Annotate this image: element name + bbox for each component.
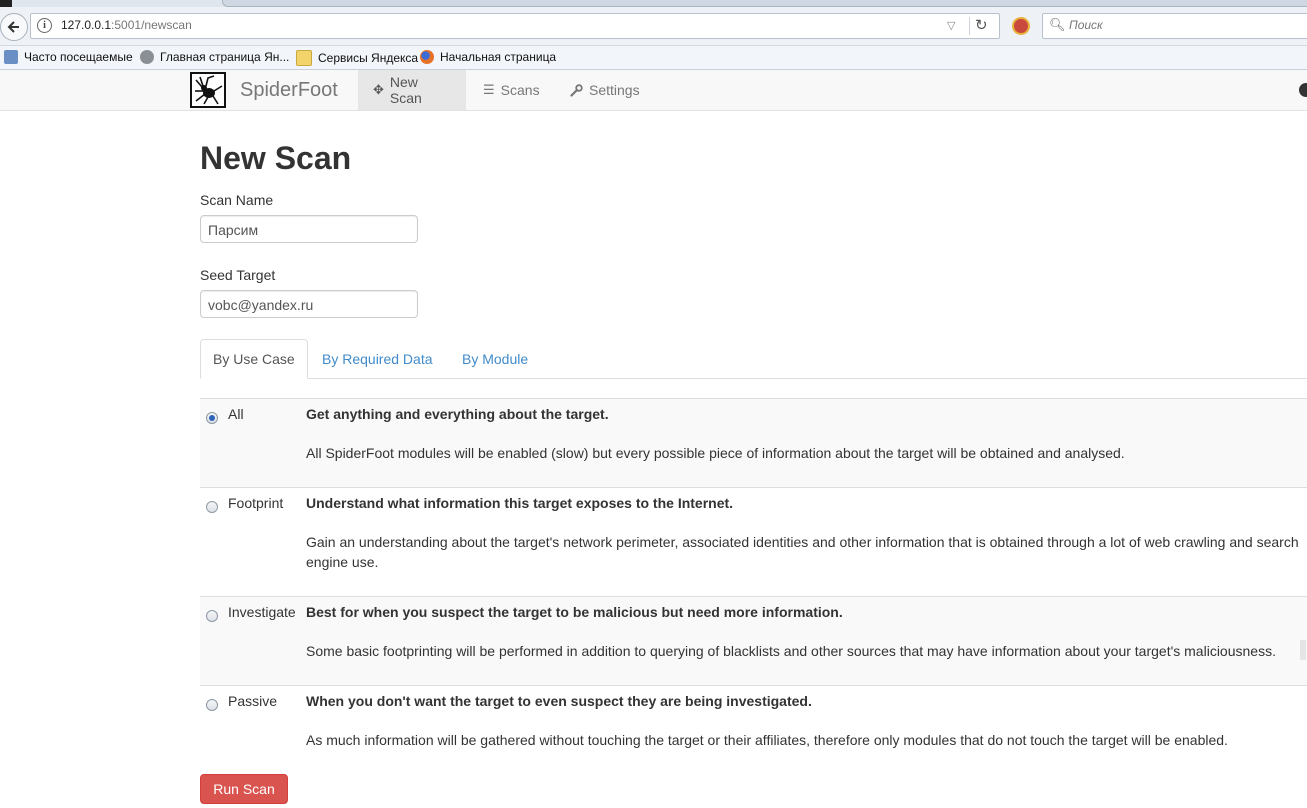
tab-strip-corner xyxy=(0,0,12,7)
scan-name-label: Scan Name xyxy=(200,192,274,208)
use-case-row-passive: Passive When you don't want the target t… xyxy=(200,685,1307,765)
run-scan-button[interactable]: Run Scan xyxy=(200,774,288,804)
bookmark-label: Начальная страница xyxy=(440,50,557,64)
use-case-name: Passive xyxy=(228,693,278,709)
spiderfoot-logo[interactable] xyxy=(190,72,226,108)
nav-scans[interactable]: ☰ Scans xyxy=(468,70,555,110)
search-bar[interactable]: 🔍︎ Поиск xyxy=(1042,13,1307,39)
page-title: New Scan xyxy=(200,140,352,176)
nav-label: Settings xyxy=(589,82,640,98)
use-case-title: Get anything and everything about the ta… xyxy=(306,406,609,422)
nav-new-scan[interactable]: ✥ New Scan xyxy=(358,70,466,110)
use-case-description: Gain an understanding about the target's… xyxy=(306,534,1299,570)
history-dropdown-icon[interactable]: ▽ xyxy=(947,19,955,32)
back-arrow-icon xyxy=(7,21,19,33)
globe-icon xyxy=(140,50,154,64)
use-case-row-footprint: Footprint Understand what information th… xyxy=(200,487,1307,597)
browser-tab-strip xyxy=(0,0,1307,7)
radio-all[interactable] xyxy=(206,412,218,424)
use-case-description: As much information will be gathered wit… xyxy=(306,732,1228,748)
spider-icon xyxy=(195,75,223,105)
tab-by-use-case[interactable]: By Use Case xyxy=(200,339,308,379)
seed-target-label: Seed Target xyxy=(200,267,276,283)
browser-toolbar: i 127.0.0.1:5001/newscan ▽ ↻ 🔍︎ Поиск xyxy=(0,7,1307,46)
url-path: :5001/newscan xyxy=(111,18,192,32)
use-case-name: Footprint xyxy=(228,495,284,511)
use-case-description: All SpiderFoot modules will be enabled (… xyxy=(306,445,1125,461)
list-icon: ☰ xyxy=(483,82,495,97)
address-bar[interactable]: i 127.0.0.1:5001/newscan ▽ ↻ xyxy=(30,13,1000,39)
nav-label: Scans xyxy=(500,82,540,98)
firefox-icon xyxy=(420,50,434,64)
nav-label: New Scan xyxy=(389,74,422,106)
scan-name-input[interactable]: Парсим xyxy=(200,215,418,243)
scrollbar-thumb[interactable] xyxy=(1300,640,1306,660)
move-icon: ✥ xyxy=(373,82,384,97)
scan-type-tabs: By Use Case By Required Data By Module xyxy=(200,339,1307,379)
info-icon[interactable]: i xyxy=(37,18,52,33)
wrench-icon xyxy=(570,83,583,97)
tab-by-module[interactable]: By Module xyxy=(450,339,540,378)
search-icon: 🔍︎ xyxy=(1049,17,1066,32)
url-text[interactable]: 127.0.0.1:5001/newscan xyxy=(61,18,192,32)
use-case-name: Investigate xyxy=(228,604,296,620)
bookmark-label: Часто посещаемые xyxy=(24,50,133,64)
browser-tab[interactable] xyxy=(222,0,1307,7)
radio-footprint[interactable] xyxy=(206,501,218,513)
brand-name[interactable]: SpiderFoot xyxy=(240,79,338,102)
nav-settings[interactable]: Settings xyxy=(555,70,655,110)
radio-passive[interactable] xyxy=(206,699,218,711)
use-case-description: Some basic footprinting will be performe… xyxy=(306,643,1276,659)
bookmark-item[interactable]: Главная страница Ян... xyxy=(140,50,289,64)
use-case-name: All xyxy=(228,406,244,422)
radio-investigate[interactable] xyxy=(206,610,218,622)
bookmark-folder-icon xyxy=(4,50,18,64)
url-host: 127.0.0.1 xyxy=(61,18,112,32)
back-button[interactable] xyxy=(0,13,28,41)
use-case-title: Understand what information this target … xyxy=(306,495,734,511)
bookmark-item[interactable]: Начальная страница xyxy=(420,50,556,64)
tab-by-required-data[interactable]: By Required Data xyxy=(310,339,445,378)
bookmark-label: Главная страница Ян... xyxy=(160,50,290,64)
use-case-row-all: All Get anything and everything about th… xyxy=(200,398,1307,488)
bookmark-item[interactable]: Часто посещаемые xyxy=(4,50,133,64)
extension-icon[interactable] xyxy=(1012,17,1030,35)
url-separator xyxy=(969,17,970,35)
use-case-row-investigate: Investigate Best for when you suspect th… xyxy=(200,596,1307,686)
app-navbar: SpiderFoot ✥ New Scan ☰ Scans Settings xyxy=(0,70,1307,111)
search-placeholder: Поиск xyxy=(1069,18,1103,32)
folder-icon xyxy=(296,50,312,66)
bookmark-item[interactable]: Сервисы Яндекса xyxy=(296,50,418,66)
bookmarks-toolbar: Часто посещаемые Главная страница Ян... … xyxy=(0,46,1307,70)
seed-target-input[interactable]: vobc@yandex.ru xyxy=(200,290,418,318)
use-case-title: Best for when you suspect the target to … xyxy=(306,604,843,620)
bookmark-label: Сервисы Яндекса xyxy=(318,51,419,65)
reload-icon[interactable]: ↻ xyxy=(975,16,988,34)
use-case-title: When you don't want the target to even s… xyxy=(306,693,812,709)
help-icon[interactable] xyxy=(1299,83,1307,97)
